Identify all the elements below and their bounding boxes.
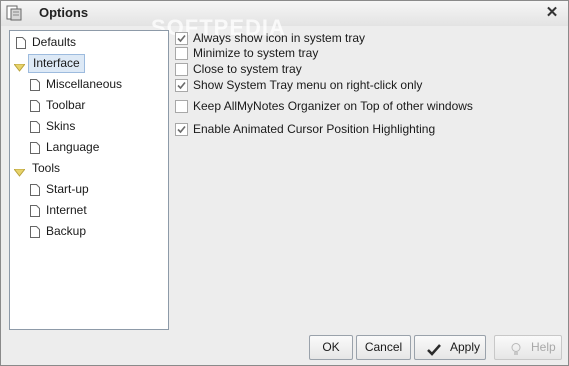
- document-icon: [30, 225, 40, 238]
- option-label: Enable Animated Cursor Position Highligh…: [193, 122, 436, 136]
- ok-label: OK: [322, 340, 340, 354]
- document-icon: [30, 120, 40, 133]
- apply-button[interactable]: Apply: [414, 335, 486, 360]
- checkbox[interactable]: [175, 79, 188, 92]
- tree-item-label: Miscellaneous: [46, 77, 123, 91]
- tree-item-label: Start-up: [46, 182, 89, 196]
- tree-item-label: Backup: [46, 224, 87, 238]
- checkbox[interactable]: [175, 47, 188, 60]
- cancel-label: Cancel: [364, 340, 403, 354]
- help-label: Help: [531, 340, 556, 354]
- option-label: Show System Tray menu on right-click onl…: [193, 78, 423, 92]
- help-bulb-icon: [511, 341, 521, 364]
- document-icon: [30, 183, 40, 196]
- options-tree: Defaults Interface Miscellaneous Toolbar…: [9, 30, 169, 330]
- checkbox[interactable]: [175, 63, 188, 76]
- checkbox[interactable]: [175, 100, 188, 113]
- option-label: Close to system tray: [193, 62, 302, 76]
- tree-item-label: Defaults: [32, 35, 77, 49]
- option-label: Keep AllMyNotes Organizer on Top of othe…: [193, 99, 473, 113]
- option-label: Minimize to system tray: [193, 46, 319, 60]
- tree-item-label: Tools: [32, 161, 61, 175]
- document-icon: [30, 78, 40, 91]
- options-window: Options SOFTPEDIA ✕ Defaults Interface M…: [0, 0, 569, 366]
- document-icon: [30, 99, 40, 112]
- document-icon: [30, 141, 40, 154]
- tree-item-label: Interface: [28, 54, 85, 73]
- window-title: Options: [39, 5, 89, 20]
- tree-item-label: Toolbar: [46, 98, 86, 112]
- app-icon: [5, 4, 23, 22]
- ok-button[interactable]: OK: [309, 335, 353, 360]
- tree-item-label: Skins: [46, 119, 76, 133]
- close-icon[interactable]: ✕: [544, 5, 560, 21]
- apply-label: Apply: [450, 340, 481, 354]
- triangle-down-icon[interactable]: [12, 59, 27, 72]
- document-icon: [30, 204, 40, 217]
- tree-item-label: Internet: [46, 203, 87, 217]
- option-label: Always show icon in system tray: [193, 31, 366, 45]
- checkbox[interactable]: [175, 32, 188, 45]
- triangle-down-icon[interactable]: [12, 164, 27, 177]
- checkbox[interactable]: [175, 123, 188, 136]
- help-button[interactable]: Help: [494, 335, 562, 360]
- tree-item-label: Language: [46, 140, 100, 154]
- cancel-button[interactable]: Cancel: [356, 335, 411, 360]
- checkmark-icon: [427, 341, 441, 364]
- title-bar: Options SOFTPEDIA ✕: [1, 1, 568, 40]
- document-icon: [16, 36, 26, 49]
